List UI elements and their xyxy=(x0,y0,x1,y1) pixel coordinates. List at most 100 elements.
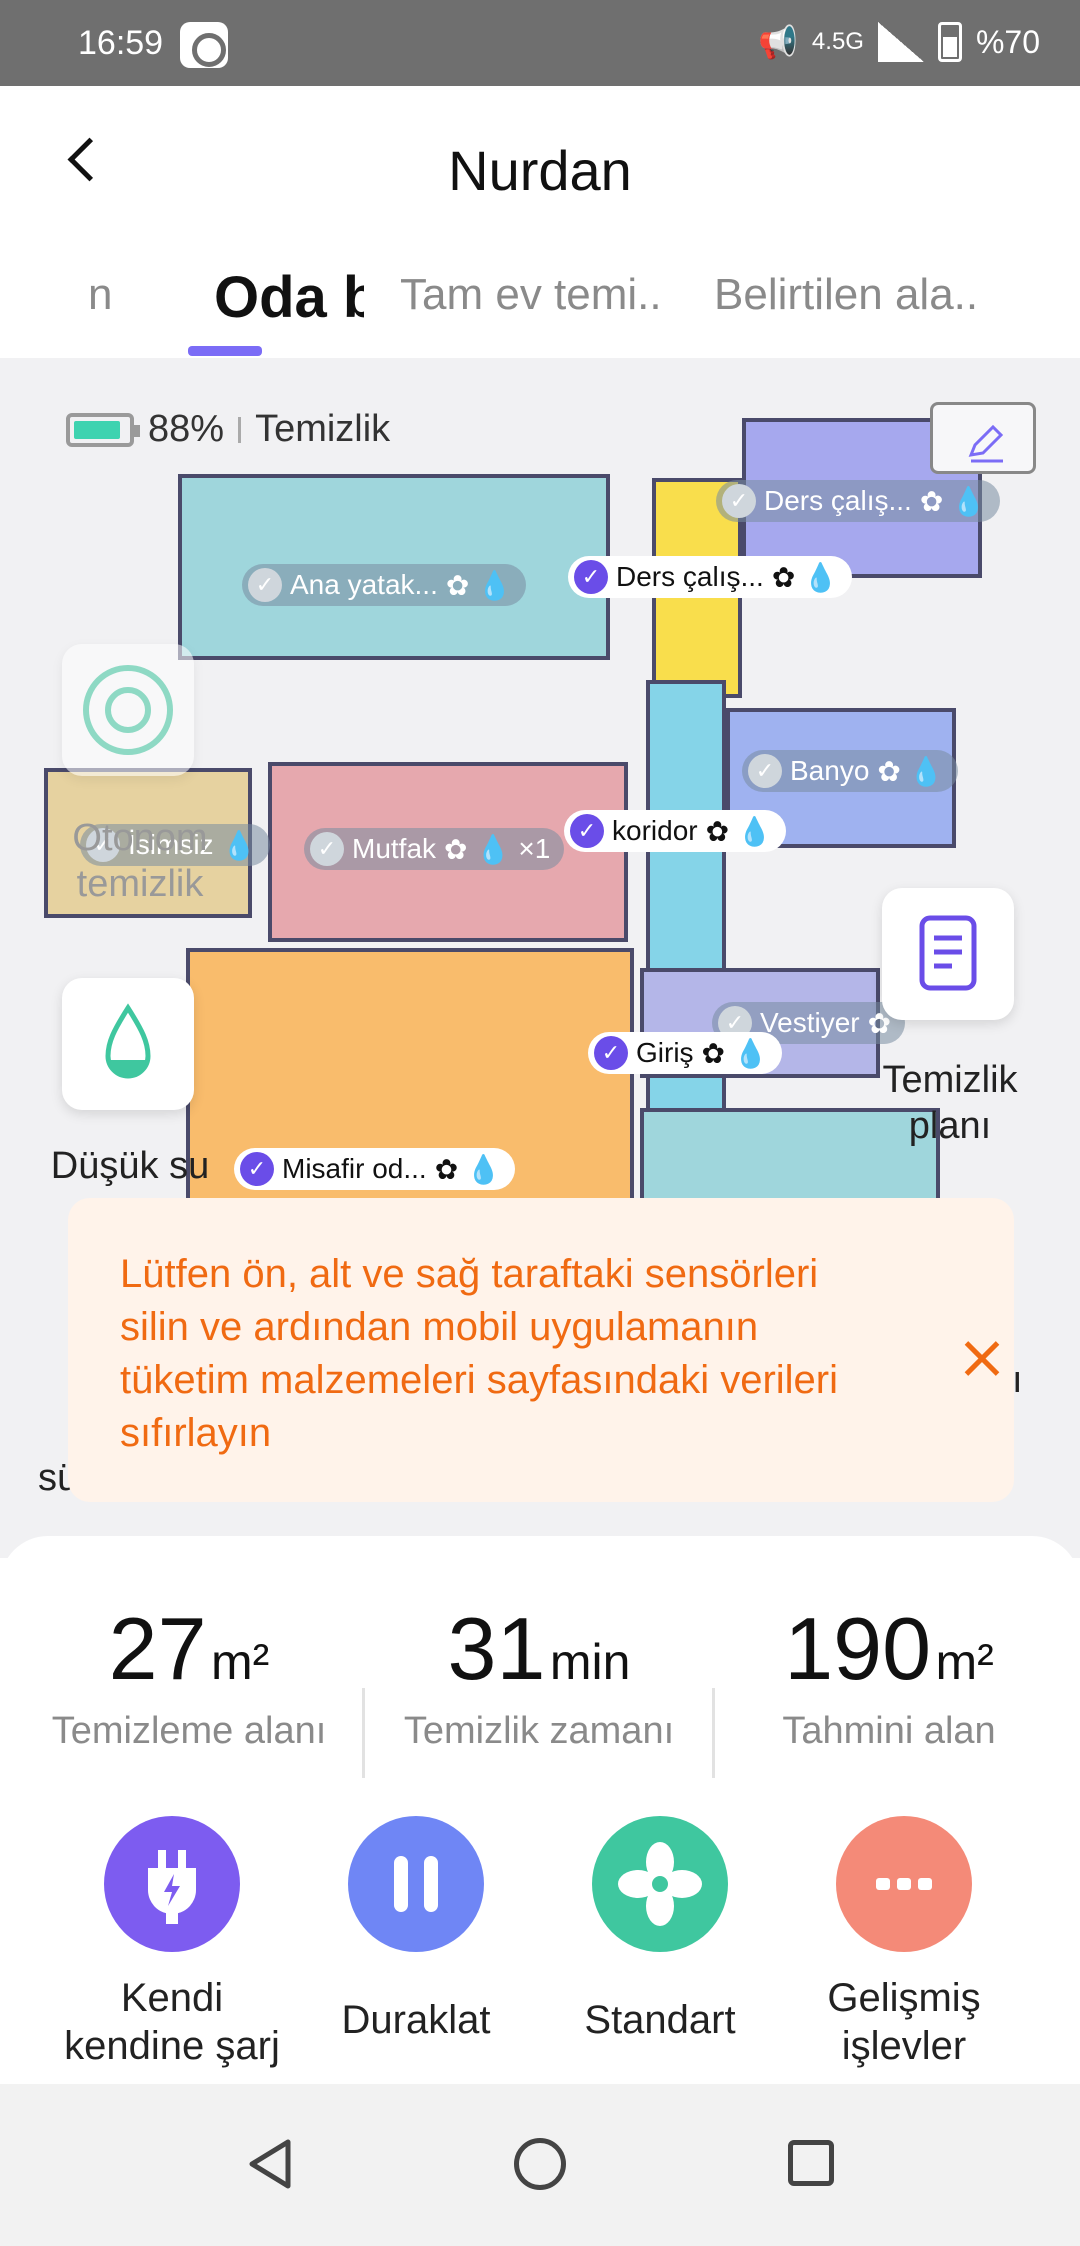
pause-button[interactable]: Duraklat xyxy=(296,1816,536,2044)
room-chip[interactable]: ✓ Ana yatak... ✿ 💧 xyxy=(242,564,527,606)
check-icon: ✓ xyxy=(570,814,604,848)
divider xyxy=(712,1688,715,1778)
status-bar: 16:59 📢 4.5G %70 xyxy=(0,0,1080,86)
fan-icon: ✿ xyxy=(877,755,901,787)
edit-map-button[interactable] xyxy=(930,402,1036,474)
water-drop-icon: 💧 xyxy=(466,1153,502,1185)
check-icon: ✓ xyxy=(574,560,608,594)
stat-value: 27 xyxy=(108,1599,207,1698)
room-chip[interactable]: ✓ koridor ✿ 💧 xyxy=(564,810,786,852)
screen-record-icon xyxy=(180,22,228,68)
water-drop-icon: 💧 xyxy=(733,1037,768,1069)
action-label: Gelişmiş işlevler xyxy=(827,1976,981,2068)
more-icon[interactable] xyxy=(836,1816,972,1952)
stat-clean-area: 27 m² Temizleme alanı xyxy=(24,1598,354,1753)
advanced-functions-button[interactable]: Gelişmiş işlevler xyxy=(784,1816,1024,2070)
battery-icon xyxy=(66,412,140,447)
auto-clean-label: Otonom temizlik xyxy=(72,817,208,905)
status-icons: 📢 4.5G %70 xyxy=(758,22,1040,62)
robot-status: Temizlik xyxy=(255,408,391,450)
water-drop-icon: 💧 xyxy=(475,833,511,865)
room-chip-label: Banyo xyxy=(790,755,870,786)
fan-icon: ✿ xyxy=(445,569,470,601)
check-icon: ✓ xyxy=(748,754,782,788)
tab-room[interactable]: Oda b xyxy=(214,264,364,331)
water-level-button[interactable] xyxy=(62,978,194,1110)
room-chip[interactable]: ✓ Giriş ✿ 💧 xyxy=(588,1032,782,1074)
room-chip[interactable]: ✓ Mutfak ✿ 💧 ×1 xyxy=(304,828,565,870)
fan-icon: ✿ xyxy=(705,815,730,847)
mode-tabs: n Oda b Tam ev temi.. Belirtilen ala.. xyxy=(0,250,1080,356)
control-panel: 27 m² Temizleme alanı 31 min Temizlik za… xyxy=(0,1536,1080,2084)
fan-icon: ✿ xyxy=(444,833,468,865)
room-chip-label: Mutfak xyxy=(352,833,437,864)
room-chip[interactable]: ✓ Misafir od... ✿ 💧 xyxy=(234,1148,516,1190)
battery-icon xyxy=(937,22,962,62)
status-time: 16:59 xyxy=(78,24,164,62)
check-icon: ✓ xyxy=(248,568,282,602)
water-drop-icon: 💧 xyxy=(951,485,987,517)
robot-battery-status: 88% Temizlik xyxy=(66,408,390,451)
nav-back-icon[interactable] xyxy=(244,2136,296,2192)
room-chip[interactable]: ✓ Ders çalış... ✿ 💧 xyxy=(568,556,853,598)
stat-unit: m² xyxy=(211,1634,270,1690)
room-chip-label: Vestiyer xyxy=(760,1007,860,1038)
check-icon: ✓ xyxy=(240,1152,274,1186)
nav-home-icon[interactable] xyxy=(514,2138,566,2190)
plug-icon[interactable] xyxy=(104,1816,240,1952)
robot-icon xyxy=(83,665,173,755)
robot-battery-percent: 88% xyxy=(148,408,225,450)
room-chip-count: ×1 xyxy=(518,833,551,864)
stat-value: 190 xyxy=(784,1599,932,1698)
divider xyxy=(238,416,242,443)
room-chip[interactable]: ✓ Ders çalış... ✿ 💧 xyxy=(716,480,1001,522)
room-chip-label: Ders çalış... xyxy=(764,485,912,516)
stat-label: Tahmini alan xyxy=(782,1710,996,1752)
partial-label-right: ı xyxy=(1012,1359,1023,1401)
page-title: Nurdan xyxy=(448,139,632,202)
nav-recents-icon[interactable] xyxy=(788,2140,834,2186)
fan-icon: ✿ xyxy=(771,561,796,593)
check-icon: ✓ xyxy=(722,484,756,518)
room-chip-label: Giriş xyxy=(636,1037,694,1068)
tab-whole-house[interactable]: Tam ev temi.. xyxy=(400,270,662,320)
tab-previous[interactable]: n xyxy=(88,270,112,320)
signal-icon xyxy=(877,22,924,62)
cleaning-plan-button[interactable] xyxy=(882,888,1014,1020)
check-icon: ✓ xyxy=(310,832,344,866)
pencil-icon xyxy=(968,424,1004,463)
cleaning-stats: 27 m² Temizleme alanı 31 min Temizlik za… xyxy=(0,1598,1080,1798)
suction-mode-button[interactable]: Standart xyxy=(540,1816,780,2044)
pause-icon[interactable] xyxy=(348,1816,484,1952)
action-label: Standart xyxy=(584,1998,736,2042)
divider xyxy=(362,1688,365,1778)
fan-icon[interactable] xyxy=(592,1816,728,1952)
close-icon[interactable] xyxy=(956,1330,1016,1390)
fan-icon: ✿ xyxy=(919,485,944,517)
toast-message: Lütfen ön, alt ve sağ taraftaki sensörle… xyxy=(120,1252,839,1455)
stat-clean-time: 31 min Temizlik zamanı xyxy=(374,1598,704,1753)
app-header: Nurdan xyxy=(0,86,1080,226)
fan-icon: ✿ xyxy=(701,1037,726,1069)
room-chip-label: Ders çalış... xyxy=(616,561,764,592)
fan-icon: ✿ xyxy=(434,1153,459,1185)
room-chip-label: Misafir od... xyxy=(282,1153,427,1184)
battery-percent: %70 xyxy=(975,23,1040,60)
self-charge-button[interactable]: Kendi kendine şarj xyxy=(52,1816,292,2070)
action-label: Duraklat xyxy=(341,1998,491,2042)
stat-value: 31 xyxy=(447,1599,546,1698)
tab-specified-area[interactable]: Belirtilen ala.. xyxy=(714,270,978,320)
auto-clean-button[interactable] xyxy=(62,644,194,776)
stat-label: Temizlik zamanı xyxy=(403,1710,675,1752)
room-chip[interactable]: ✓ Banyo ✿ 💧 xyxy=(742,750,958,792)
room-chip-label: koridor xyxy=(612,815,698,846)
cleaning-plan-label: Temizlik planı xyxy=(882,1059,1018,1147)
stat-estimated-area: 190 m² Tahmini alan xyxy=(724,1598,1054,1753)
tab-indicator xyxy=(188,346,262,356)
megaphone-icon: 📢 xyxy=(758,24,798,60)
water-drop-icon: 💧 xyxy=(908,755,944,787)
room-chip-label: Ana yatak... xyxy=(290,569,438,600)
action-label: Kendi kendine şarj xyxy=(64,1976,280,2068)
stat-label: Temizleme alanı xyxy=(51,1710,327,1752)
check-icon: ✓ xyxy=(594,1036,628,1070)
